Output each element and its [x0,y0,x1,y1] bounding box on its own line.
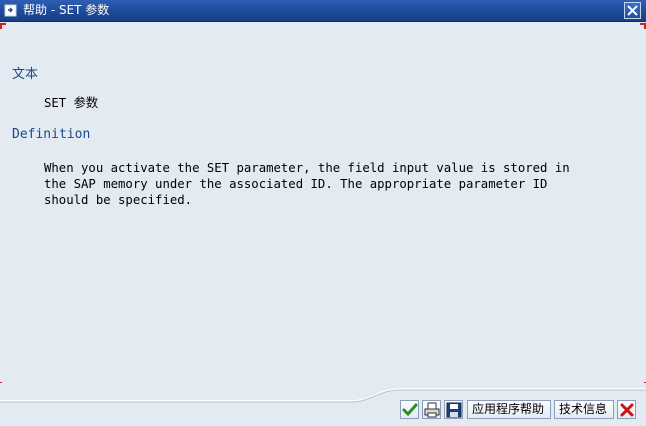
section-heading-definition: Definition [12,127,91,142]
cancel-icon [620,403,634,417]
title-bar: 帮助 - SET 参数 [0,0,646,22]
technical-info-label: 技术信息 [559,402,608,416]
corner-mark [640,23,646,29]
save-icon [446,402,462,418]
technical-info-button[interactable]: 技术信息 [554,400,614,419]
section-text-value: SET 参数 [44,96,99,110]
close-icon [627,5,638,16]
checkmark-icon [402,403,418,417]
cancel-button[interactable] [617,400,636,419]
close-button[interactable] [624,2,641,19]
print-icon [424,402,440,418]
window-title: 帮助 - SET 参数 [23,3,110,17]
confirm-button[interactable] [400,400,419,419]
application-help-button[interactable]: 应用程序帮助 [467,400,551,419]
application-help-label: 应用程序帮助 [472,402,545,416]
dialog-toolbar: 应用程序帮助 技术信息 [400,400,640,420]
definition-text: When you activate the SET parameter, the… [44,161,570,207]
print-button[interactable] [422,400,441,419]
section-heading-text: 文本 [12,67,39,82]
save-button[interactable] [444,400,463,419]
help-window-icon [4,4,17,17]
help-content: 文本 SET 参数 Definition When you activate t… [0,23,646,388]
corner-mark [0,23,6,29]
